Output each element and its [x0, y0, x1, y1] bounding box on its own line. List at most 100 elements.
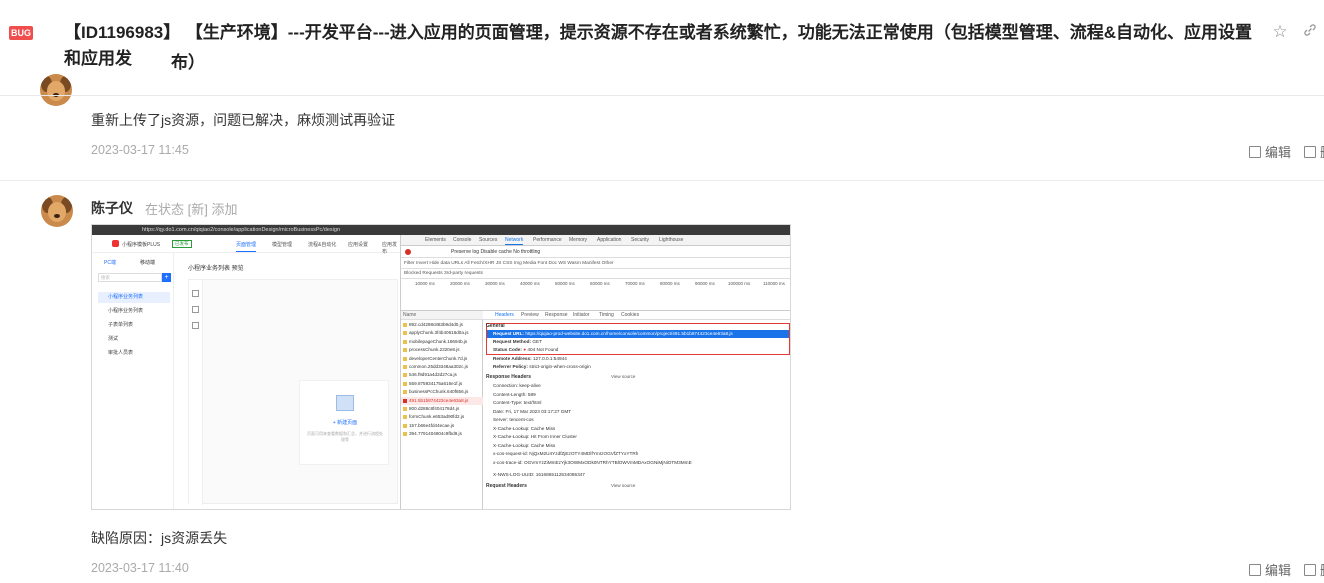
request-row: 800.d288c8f404178d4.js — [401, 405, 483, 413]
devtools-tab: Memory — [569, 237, 588, 243]
status-code-row: Status Code: ● 404 Not Found — [493, 347, 559, 352]
app-logo — [112, 240, 119, 247]
response-headers-section: Response Headers — [486, 374, 532, 380]
empty-illustration-icon — [336, 395, 354, 411]
devtools-tab: Network — [505, 237, 524, 245]
nav-item: 小程序业务列表 — [108, 308, 144, 314]
issue-id: 【ID1196983】 — [64, 23, 181, 42]
request-row: 546.f9d91a4d2d27ca.js — [401, 371, 483, 379]
comment-text: 缺陷原因：js资源丢失 — [91, 530, 228, 546]
app-tab: 模型管理 — [272, 242, 293, 248]
request-details: Headers Preview Response Initiator Timin… — [483, 311, 790, 509]
request-row: 157.b66e4fd44ecae.js — [401, 422, 483, 430]
devtools-toolbar-text: Preserve log Disable cache No throttling — [451, 249, 541, 255]
request-row: common.25dd3348aa302c.js — [401, 363, 483, 371]
add-icon: + — [162, 273, 171, 282]
avatar — [41, 195, 73, 227]
nav-mode-pc: PC端 — [104, 260, 116, 266]
request-row-error: 491.5b1b874423ce4e63a8.js — [401, 396, 483, 405]
request-url-row: Request URL: https://qiqiao-prod-website… — [493, 331, 733, 336]
request-row: 559.875934175a616e1f.js — [401, 380, 483, 388]
detail-tab: Headers — [495, 312, 514, 318]
request-list: Name 892.cd4298c883b9d4d0.js applyChunk.… — [401, 311, 483, 509]
referrer-row: Referrer Policy: strict-origin-when-cros… — [493, 364, 591, 369]
detail-tab: Cookies — [621, 312, 640, 318]
app-tab: 页面管理 — [236, 241, 257, 252]
request-method-row: Request Method: GET — [493, 339, 542, 344]
timeline-tick: 100000 ms — [728, 281, 751, 286]
devtools-panel: Elements Console Sources Network Perform… — [400, 235, 790, 509]
nav-item: 小程序业务列表 — [98, 292, 170, 303]
app-tab: 应用设置 — [348, 242, 369, 248]
request-headers-section: Request Headers — [486, 483, 527, 489]
app-tab: 应用发布 — [382, 242, 398, 255]
request-row: 892.cd4298c883b9d4d0.js — [401, 321, 483, 329]
avatar — [40, 74, 72, 106]
timeline-tick: 110000 ms — [763, 281, 785, 286]
app-preview: 小程序模板PLUS 已发布 页面管理 模型管理 流程&自动化 应用设置 应用发布… — [92, 235, 400, 509]
request-list-header: Name — [401, 311, 483, 320]
delete-button[interactable]: 删 — [1304, 142, 1324, 161]
timeline-tick: 60000 ms — [590, 281, 610, 286]
header-row: X-Cache-Lookup: Cache Miss — [493, 442, 556, 448]
app-name: 小程序模板PLUS — [122, 242, 161, 248]
trash-icon — [1304, 564, 1316, 576]
bug-badge: BUG — [9, 26, 33, 40]
comment-time: 2023-03-17 11:45 — [91, 143, 189, 157]
header-row: x-cos-request-id: NjQxM2U4YzdfZjEzOTY4MD… — [493, 451, 639, 456]
request-row: formChunk.e653ad90fd2.js — [401, 413, 483, 421]
request-row: processChunk.2220e8.js — [401, 346, 483, 354]
header-row: X-Cache-Lookup: Cache Miss — [493, 425, 556, 431]
edit-icon — [1249, 146, 1261, 158]
header-row: X-NWS-LOG-UUID: 1616865112534086347 — [493, 472, 585, 477]
detail-tab: Timing — [599, 312, 614, 318]
nav-mode-mobile: 移动端 — [140, 260, 156, 266]
issue-title-line1: 【生产环境】---开发平台---进入应用的页面管理，提示资源不存在或者系统繁忙，… — [64, 23, 1252, 68]
devtools-tab: Sources — [479, 237, 498, 243]
browser-url: https://qy.do1.com.cn/qiqiao2/console/ap… — [92, 225, 790, 235]
request-row: developerCenterChunk.7d.js — [401, 355, 483, 363]
link-icon[interactable] — [1300, 22, 1320, 42]
timeline-tick: 40000 ms — [520, 281, 540, 286]
issue-title-line2: 布） — [171, 53, 205, 72]
devtools-tab: Performance — [533, 237, 562, 243]
empty-tip: 页面可用来查看数据和汇总，并进行流程处理等 — [307, 431, 383, 442]
comment-status: 在状态 [新] 添加 — [145, 202, 238, 217]
comment-author: 陈子仪 — [91, 200, 133, 216]
view-source-link: View source — [611, 374, 636, 379]
request-row: 394.7791404804c9fbd9.js — [401, 430, 483, 438]
edit-button[interactable]: 编辑 — [1249, 560, 1291, 579]
timeline-tick: 20000 ms — [450, 281, 470, 286]
header-row: Connection: keep-alive — [493, 383, 541, 388]
header-row: Content-Length: 589 — [493, 391, 536, 397]
devtools-tab: Application — [597, 237, 622, 243]
list-icon — [192, 322, 199, 329]
devtools-tab: Lighthouse — [659, 237, 684, 243]
devtools-blocked: Blocked Requests 3rd-party requests — [404, 271, 483, 276]
remote-address-row: Remote Address: 127.0.0.1:54944 — [493, 356, 567, 361]
issue-title: 【ID1196983】 【生产环境】---开发平台---进入应用的页面管理，提示资… — [64, 20, 1254, 72]
issue-header: BUG 【ID1196983】 【生产环境】---开发平台---进入应用的页面管理… — [0, 0, 1324, 96]
general-section: General — [486, 323, 505, 329]
delete-button[interactable]: 删 — [1304, 560, 1324, 579]
request-row: mobilepageChunk.18694b.js — [401, 338, 483, 346]
request-row: applyChunk.3f4b40616d0a.js — [401, 329, 483, 337]
devtools-tab: Security — [631, 237, 650, 243]
header-row: Server: tencent-cos — [493, 417, 534, 422]
timeline-tick: 90000 ms — [695, 281, 715, 286]
nav-item: 子表单列表 — [108, 322, 134, 328]
nav-search: 搜索 — [98, 273, 162, 282]
grid-icon — [192, 306, 199, 313]
app-tag: 已发布 — [172, 240, 192, 248]
detail-tab: Response — [545, 312, 568, 318]
edit-button[interactable]: 编辑 — [1249, 142, 1291, 161]
attached-screenshot[interactable]: https://qy.do1.com.cn/qiqiao2/console/ap… — [91, 224, 791, 510]
nav-item: 审批人员表 — [108, 350, 134, 356]
trash-icon — [1304, 146, 1316, 158]
header-row: X-Cache-Lookup: Hit From Inner Cluster — [493, 434, 577, 439]
request-row: businessPcChunk.640f656.js — [401, 388, 483, 396]
header-row: Date: Fri, 17 Mar 2023 03:17:27 GMT — [493, 408, 572, 414]
star-icon[interactable]: ☆ — [1270, 22, 1290, 42]
devtools-tab: Console — [453, 237, 472, 243]
header-row: x-cos-trace-id: OGVmYzZiMmEzYjk3OWMxODk0… — [493, 459, 692, 465]
